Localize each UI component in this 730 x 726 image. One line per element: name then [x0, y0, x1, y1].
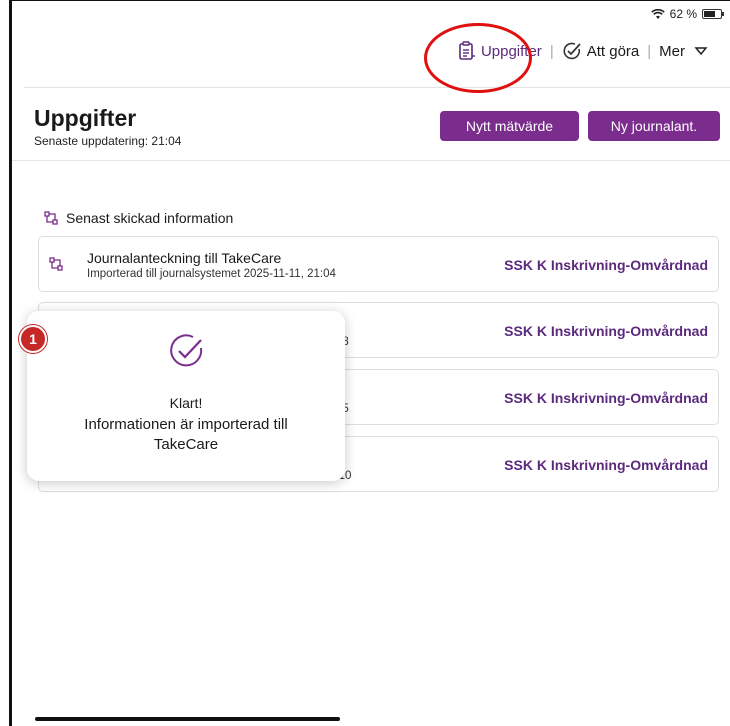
chevron-down-icon	[694, 47, 708, 56]
page-title: Uppgifter	[34, 105, 137, 131]
item-department: SSK K Inskrivning-Omvårdnad	[504, 323, 708, 339]
success-toast: Klart! Informationen är importerad till …	[27, 311, 345, 481]
status-bar: 62 %	[650, 7, 724, 21]
section-title: Senast skickad information	[66, 210, 234, 226]
home-indicator[interactable]	[35, 717, 340, 721]
nav-more[interactable]: Mer	[659, 43, 712, 60]
step-badge: 1	[19, 325, 47, 353]
item-department: SSK K Inskrivning-Omvårdnad	[504, 257, 708, 273]
section-header: Senast skickad information	[44, 210, 233, 226]
divider	[24, 87, 730, 88]
transfer-icon	[44, 211, 58, 225]
nav-more-label: Mer	[659, 42, 685, 60]
divider	[12, 160, 730, 161]
highlight-circle	[424, 23, 532, 93]
item-description: Importerad till journalsystemet 2025-11-…	[87, 268, 336, 280]
item-title: Journalanteckning till TakeCare	[87, 250, 282, 266]
nav-todo[interactable]: Att göra	[562, 41, 640, 61]
check-circle-icon	[170, 334, 203, 367]
battery-icon	[702, 9, 724, 19]
new-journal-note-button[interactable]: Ny journalant.	[588, 111, 720, 141]
nav-todo-label: Att göra	[586, 42, 640, 60]
nav-separator: |	[549, 42, 554, 60]
last-updated: Senaste uppdatering: 21:04	[34, 134, 182, 148]
new-measurement-button[interactable]: Nytt mätvärde	[440, 111, 579, 141]
toast-message: Informationen är importerad till TakeCar…	[84, 416, 288, 453]
transfer-icon	[49, 257, 63, 271]
battery-percent: 62 %	[669, 7, 697, 21]
wifi-icon	[650, 8, 665, 19]
check-circle-icon	[563, 42, 581, 60]
item-department: SSK K Inskrivning-Omvårdnad	[504, 457, 708, 473]
list-item[interactable]: Journalanteckning till TakeCare Importer…	[38, 236, 719, 292]
item-department: SSK K Inskrivning-Omvårdnad	[504, 390, 708, 406]
toast-title: Klart!	[169, 395, 203, 411]
nav-separator: |	[647, 42, 652, 60]
